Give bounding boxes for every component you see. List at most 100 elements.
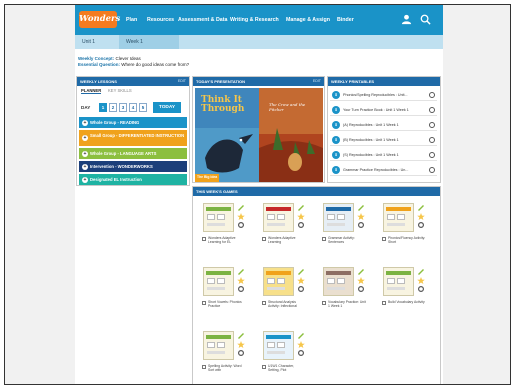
nav-manage-assign[interactable]: Manage & Assign [286,5,330,35]
tab-planner[interactable]: PLANNER [81,88,102,94]
game-title: Spelling Activity: Word Sort with [208,364,242,373]
game-title: Grammar Activity: Sentences [328,236,355,245]
star-icon [237,341,245,348]
settings-gear-icon [297,286,305,293]
lesson-designated-el[interactable]: + Designated EL Instruction [79,174,187,185]
game-thumbnail[interactable] [263,331,294,360]
game-card[interactable]: Build Vocabulary Activity [381,265,427,323]
lesson-whole-group-reading[interactable]: + Whole Group - READING [79,117,187,128]
game-thumbnail[interactable] [203,331,234,360]
presentation-cover[interactable]: Think It Through The Crow and the Pitche… [195,88,323,182]
lesson-intervention-wonderworks[interactable]: + Intervention - WONDERWORKS [79,161,187,172]
presentation-heading: TODAY'S PRESENTATION EDIT [193,77,324,86]
game-thumbnail[interactable] [203,267,234,296]
unit-selector[interactable]: Unit 1 [75,35,119,49]
day-2-button[interactable]: 2 [109,103,117,112]
weekly-concept: Weekly Concept: Clever Ideas Essential Q… [78,56,189,68]
printable-item[interactable]: ⬇ Phonics/Spelling Reproducibles : Unit.… [330,89,437,101]
settings-gear-icon [297,222,305,229]
game-checkbox[interactable] [262,237,266,241]
star-icon [297,341,305,348]
cover-subtitle: The Crow and the Pitcher [269,102,306,112]
game-thumbnail[interactable] [263,267,294,296]
game-card[interactable]: Phonics/Fluency Activity: Short [381,201,427,259]
user-icon[interactable] [401,14,412,25]
day-5-button[interactable]: 5 [139,103,147,112]
weekly-lessons-edit[interactable]: EDIT [178,77,186,86]
game-title: Build Vocabulary Activity [388,300,425,304]
today-button[interactable]: TODAY [153,102,181,113]
game-checkbox[interactable] [322,301,326,305]
day-3-button[interactable]: 3 [119,103,127,112]
game-card[interactable]: Grammar Activity: Sentences [321,201,367,259]
settings-gear-icon[interactable] [429,137,435,143]
page-content: Wonders Plan Resources Assessment & Data… [75,5,443,384]
game-checkbox[interactable] [202,237,206,241]
game-thumbnail[interactable] [263,203,294,232]
game-thumbnail[interactable] [323,267,354,296]
settings-gear-icon[interactable] [429,107,435,113]
game-checkbox[interactable] [382,237,386,241]
game-card[interactable]: U1W1 Character, Setting, Plot [261,329,307,384]
expand-icon: + [82,119,88,126]
pencil-icon [298,333,304,339]
game-card[interactable]: Spelling Activity: Word Sort with [201,329,247,384]
nav-resources[interactable]: Resources [147,5,174,35]
star-icon [297,213,305,220]
settings-gear-icon[interactable] [429,92,435,98]
game-checkbox[interactable] [262,301,266,305]
game-card[interactable]: Vocabulary Practice: Unit 1 Week 1 [321,265,367,323]
lesson-small-group-differentiated[interactable]: + Small Group - DIFFERENTIATED INSTRUCTI… [79,130,187,146]
nav-assessment-data[interactable]: Assessment & Data [178,5,227,35]
cover-badge: The Big Idea [197,175,218,179]
settings-gear-icon[interactable] [429,152,435,158]
lesson-whole-group-language-arts[interactable]: + Whole Group - LANGUAGE ARTS [79,148,187,159]
game-card[interactable]: Short Vowels: Phonics Practice [201,265,247,323]
game-thumbnail[interactable] [383,267,414,296]
search-icon[interactable] [420,14,431,25]
game-checkbox[interactable] [202,365,206,369]
settings-gear-icon [417,286,425,293]
nav-binder[interactable]: Binder [337,5,354,35]
game-actions [297,333,305,357]
game-card[interactable]: Wonders Adaptive Learning [261,201,307,259]
game-title: Phonics/Fluency Activity: Short [388,236,426,245]
settings-gear-icon [237,350,245,357]
settings-gear-icon[interactable] [429,122,435,128]
printable-item[interactable]: ⬇ (S) Reproducibles : Unit 1 Week 1 [330,149,437,161]
game-thumbnail[interactable] [323,203,354,232]
game-actions [417,205,425,229]
printable-item[interactable]: ⬇ (A) Reproducibles : Unit 1 Week 1 [330,119,437,131]
game-thumbnail[interactable] [203,203,234,232]
game-actions [417,269,425,293]
settings-gear-icon [417,222,425,229]
pencil-icon [238,205,244,211]
game-checkbox[interactable] [262,365,266,369]
todays-presentation-panel: TODAY'S PRESENTATION EDIT Think It Throu… [192,76,325,183]
nav-plan[interactable]: Plan [126,5,137,35]
game-thumbnail[interactable] [383,203,414,232]
pencil-icon [298,269,304,275]
nav-writing-research[interactable]: Writing & Research [230,5,279,35]
day-1-button[interactable]: 1 [99,103,107,112]
expand-icon: + [82,135,88,141]
printable-item[interactable]: ⬇ (B) Reproducibles : Unit 1 Week 1 [330,134,437,146]
settings-gear-icon [237,286,245,293]
game-card[interactable]: Wonders Adaptive Learning for EL [201,201,247,259]
wonders-logo[interactable]: Wonders [79,11,120,28]
settings-gear-icon [237,222,245,229]
printable-item[interactable]: ⬇ Your Turn Practice Book : Unit 1 Week … [330,104,437,116]
game-checkbox[interactable] [382,301,386,305]
printable-item[interactable]: ⬇ Grammar Practice Reproducibles : Un... [330,164,437,176]
game-checkbox[interactable] [202,301,206,305]
game-card[interactable]: Structural Analysis Activity: Inflection… [261,265,307,323]
concept-value: Clever Ideas [115,56,141,61]
week-selector[interactable]: Week 1 [119,35,179,49]
presentation-edit[interactable]: EDIT [313,77,321,86]
star-icon [417,277,425,284]
tab-key-skills[interactable]: KEY SKILLS [108,88,132,93]
day-4-button[interactable]: 4 [129,103,137,112]
game-checkbox[interactable] [322,237,326,241]
settings-gear-icon[interactable] [429,167,435,173]
game-title: Structural Analysis Activity: Inflection… [268,300,297,309]
